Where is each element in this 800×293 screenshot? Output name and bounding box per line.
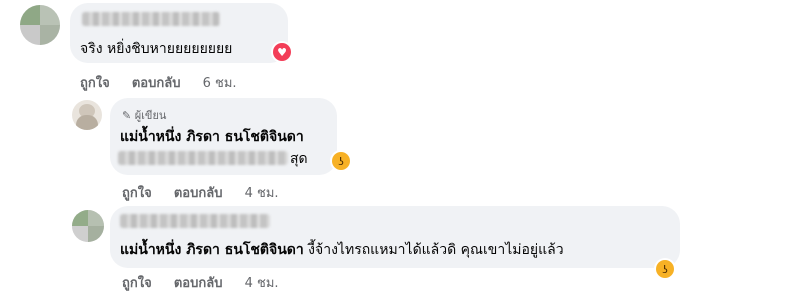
timestamp[interactable]: 6 ชม. — [203, 76, 237, 91]
reply-link[interactable]: ตอบกลับ — [174, 276, 223, 291]
blurred-commenter-name — [82, 12, 220, 26]
blurred-commenter-name — [120, 214, 270, 228]
avatar[interactable] — [72, 100, 102, 130]
comment-bubble: แม่น้ำหนึ่ง ภิรดา ธนโชติจินดา งี้จ้างไทร… — [110, 206, 680, 268]
timestamp[interactable]: 4 ชม. — [245, 276, 279, 291]
comment-text-tail: สุด — [290, 151, 308, 167]
reply-link[interactable]: ตอบกลับ — [132, 76, 181, 91]
comment-bubble: จริง หยิ่งชิบหายยยยยยยย — [70, 3, 288, 63]
commenter-name[interactable]: แม่น้ำหนึ่ง ภิรดา ธนโชติจินดา — [120, 126, 304, 148]
comment-actions: ถูกใจ ตอบกลับ 4 ชม. — [122, 272, 297, 293]
comment-body: งี้จ้างไทรถแหมาได้แล้วดิ คุณเขาไม่อยู่แล… — [303, 242, 564, 258]
like-link[interactable]: ถูกใจ — [122, 276, 152, 291]
comment-text: จริง หยิ่งชิบหายยยยยยยย — [80, 41, 233, 57]
reply-link[interactable]: ตอบกลับ — [174, 186, 223, 201]
haha-icon[interactable]: ʖ — [332, 152, 350, 170]
mention-link[interactable]: แม่น้ำหนึ่ง ภิรดา ธนโชติจินดา — [120, 242, 304, 258]
avatar[interactable] — [20, 5, 60, 45]
like-link[interactable]: ถูกใจ — [80, 76, 110, 91]
comment-bubble: ✎ ผู้เขียน แม่น้ำหนึ่ง ภิรดา ธนโชติจินดา… — [110, 98, 337, 175]
comment-actions: ถูกใจ ตอบกลับ 6 ชม. — [80, 72, 255, 93]
comment-text: แม่น้ำหนึ่ง ภิรดา ธนโชติจินดา งี้จ้างไทร… — [120, 239, 564, 261]
author-badge: ✎ ผู้เขียน — [122, 106, 166, 124]
timestamp[interactable]: 4 ชม. — [245, 186, 279, 201]
comment-actions: ถูกใจ ตอบกลับ 4 ชม. — [122, 182, 297, 203]
author-badge-label: ผู้เขียน — [134, 109, 167, 122]
like-link[interactable]: ถูกใจ — [122, 186, 152, 201]
pencil-icon: ✎ — [122, 109, 132, 122]
blurred-comment-text — [118, 151, 288, 165]
heart-icon[interactable]: ♥ — [273, 43, 291, 61]
avatar[interactable] — [72, 210, 104, 242]
haha-icon[interactable]: ʖ — [656, 260, 674, 278]
